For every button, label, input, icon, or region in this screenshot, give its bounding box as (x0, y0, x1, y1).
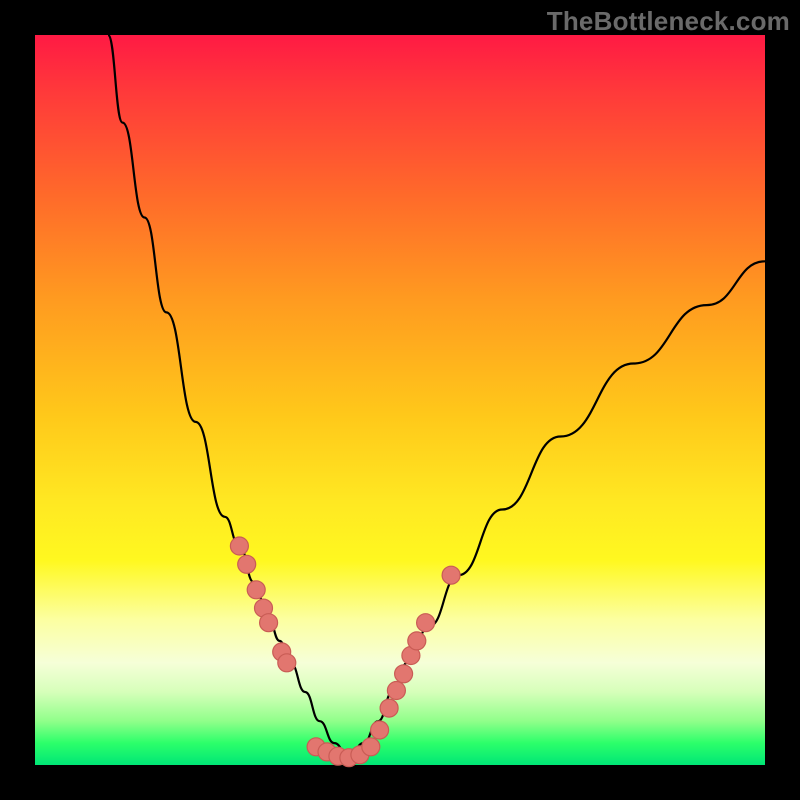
data-points (230, 537, 460, 767)
data-point (387, 682, 405, 700)
curve-right-branch (349, 261, 765, 757)
data-point (380, 699, 398, 717)
watermark-text: TheBottleneck.com (547, 6, 790, 37)
data-point (408, 632, 426, 650)
curve-left-branch (108, 35, 349, 758)
data-point (247, 581, 265, 599)
chart-svg (35, 35, 765, 765)
data-point (371, 721, 389, 739)
bottleneck-curve (108, 35, 765, 758)
data-point (442, 566, 460, 584)
data-point (238, 555, 256, 573)
data-point (230, 537, 248, 555)
data-point (260, 614, 278, 632)
data-point (395, 665, 413, 683)
data-point (362, 738, 380, 756)
data-point (278, 654, 296, 672)
data-point (417, 614, 435, 632)
